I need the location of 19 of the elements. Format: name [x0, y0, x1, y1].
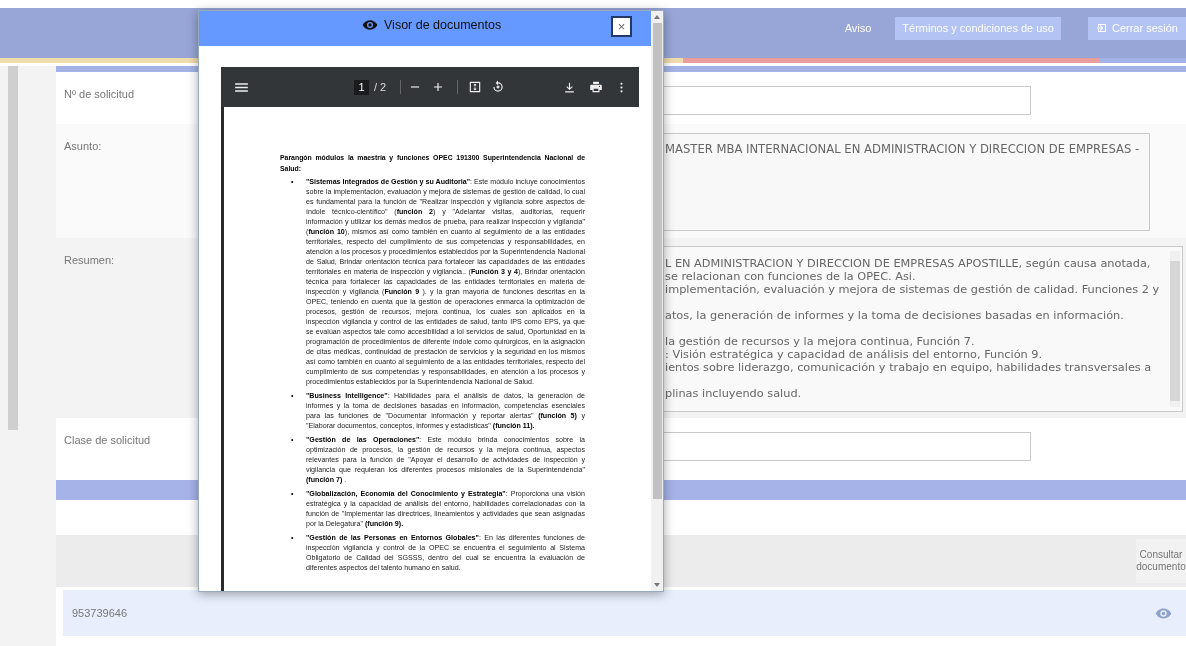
page-number-field[interactable]: 1 [354, 79, 369, 95]
scrollbar[interactable] [1170, 251, 1180, 407]
table-row[interactable]: 953739646 [63, 590, 1186, 636]
field-label: Clase de solicitud [63, 433, 151, 446]
scrollbar[interactable] [8, 66, 18, 430]
field-label: Asunto: [63, 139, 102, 152]
download-icon[interactable] [563, 80, 577, 94]
print-icon[interactable] [589, 80, 604, 94]
rotate-icon[interactable] [491, 80, 506, 94]
scrollbar[interactable] [651, 11, 663, 591]
field-label: Nº de solicitud [63, 87, 135, 100]
page-total: / 2 [374, 81, 387, 93]
field-label: Resumen: [63, 253, 115, 266]
table-cell: 953739646 [72, 607, 128, 619]
fit-page-icon[interactable] [468, 80, 483, 94]
column-header: Consultar documento [1136, 539, 1186, 583]
modal-title: Visor de documentos [384, 17, 502, 32]
close-button[interactable]: × [611, 16, 632, 37]
logout-icon [1095, 22, 1108, 34]
